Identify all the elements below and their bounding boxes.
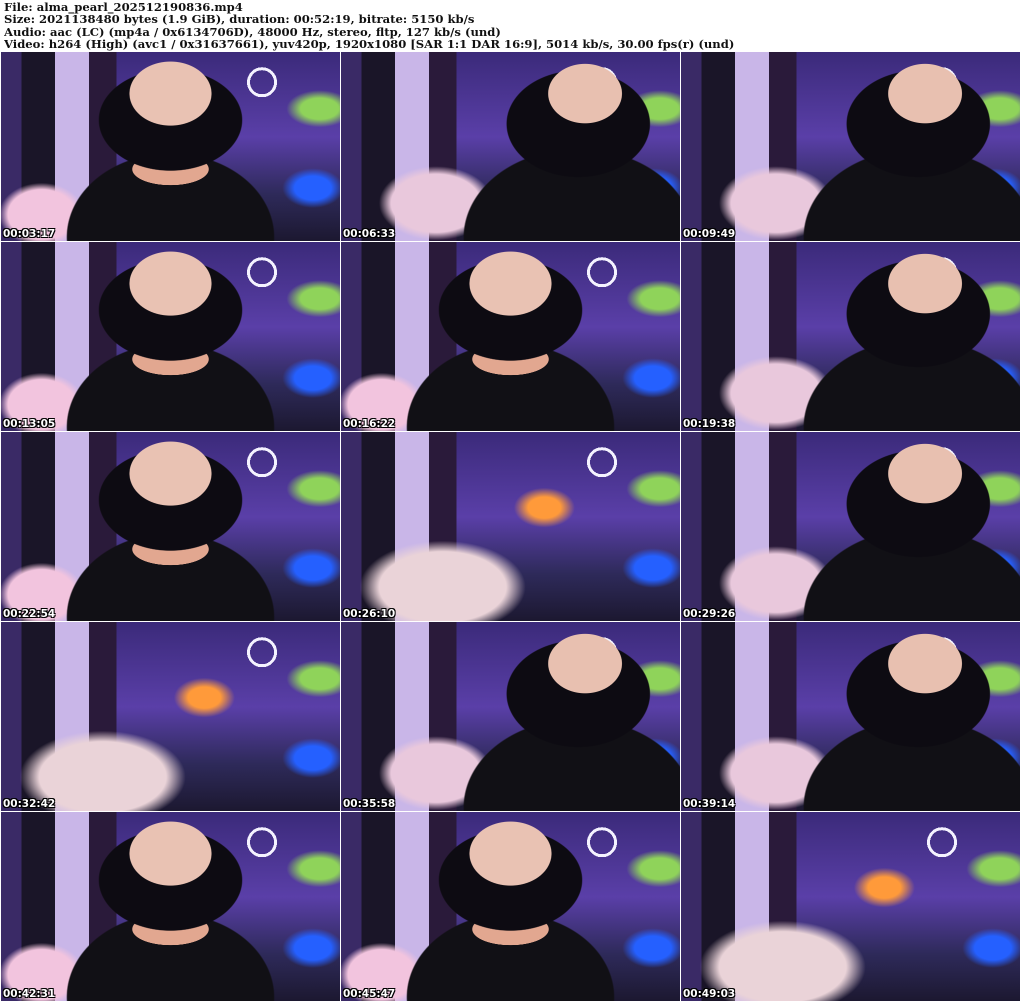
- thumbnail-frame[interactable]: 00:45:47: [341, 812, 680, 1001]
- frame-timestamp: 00:19:38: [683, 418, 736, 430]
- frame-timestamp: 00:22:54: [3, 608, 56, 620]
- frame-timestamp: 00:32:42: [3, 798, 56, 810]
- thumbnail-frame[interactable]: 00:29:26: [681, 432, 1020, 621]
- frame-timestamp: 00:16:22: [343, 418, 396, 430]
- frame-timestamp: 00:09:49: [683, 228, 736, 240]
- frame-timestamp: 00:35:58: [343, 798, 396, 810]
- thumbnail-frame[interactable]: 00:03:17: [1, 52, 340, 241]
- frame-timestamp: 00:26:10: [343, 608, 396, 620]
- video-info-line: Video: h264 (High) (avc1 / 0x31637661), …: [4, 37, 735, 51]
- thumbnail-frame[interactable]: 00:06:33: [341, 52, 680, 241]
- thumbnail-frame[interactable]: 00:22:54: [1, 432, 340, 621]
- thumbnail-frame[interactable]: 00:49:03: [681, 812, 1020, 1001]
- thumbnail-frame[interactable]: 00:35:58: [341, 622, 680, 811]
- frame-timestamp: 00:39:14: [683, 798, 736, 810]
- frame-timestamp: 00:29:26: [683, 608, 736, 620]
- frame-timestamp: 00:06:33: [343, 228, 396, 240]
- thumbnail-frame[interactable]: 00:16:22: [341, 242, 680, 431]
- thumbnail-frame[interactable]: 00:39:14: [681, 622, 1020, 811]
- frame-timestamp: 00:49:03: [683, 988, 736, 1000]
- thumbnail-frame[interactable]: 00:26:10: [341, 432, 680, 621]
- frame-timestamp: 00:03:17: [3, 228, 56, 240]
- thumbnail-frame[interactable]: 00:42:31: [1, 812, 340, 1001]
- file-info-header: File: alma_pearl_202512190836.mp4 Size: …: [4, 1, 1020, 51]
- thumbnail-frame[interactable]: 00:19:38: [681, 242, 1020, 431]
- thumbnail-grid: 00:03:17 00:06:33 00:09:49 00:13:05 00:1…: [1, 52, 1020, 1001]
- frame-timestamp: 00:13:05: [3, 418, 56, 430]
- thumbnail-frame[interactable]: 00:32:42: [1, 622, 340, 811]
- thumbnail-frame[interactable]: 00:09:49: [681, 52, 1020, 241]
- frame-timestamp: 00:45:47: [343, 988, 396, 1000]
- thumbnail-frame[interactable]: 00:13:05: [1, 242, 340, 431]
- frame-timestamp: 00:42:31: [3, 988, 56, 1000]
- file-size-line: Size: 2021138480 bytes (1.9 GiB), durati…: [4, 12, 475, 27]
